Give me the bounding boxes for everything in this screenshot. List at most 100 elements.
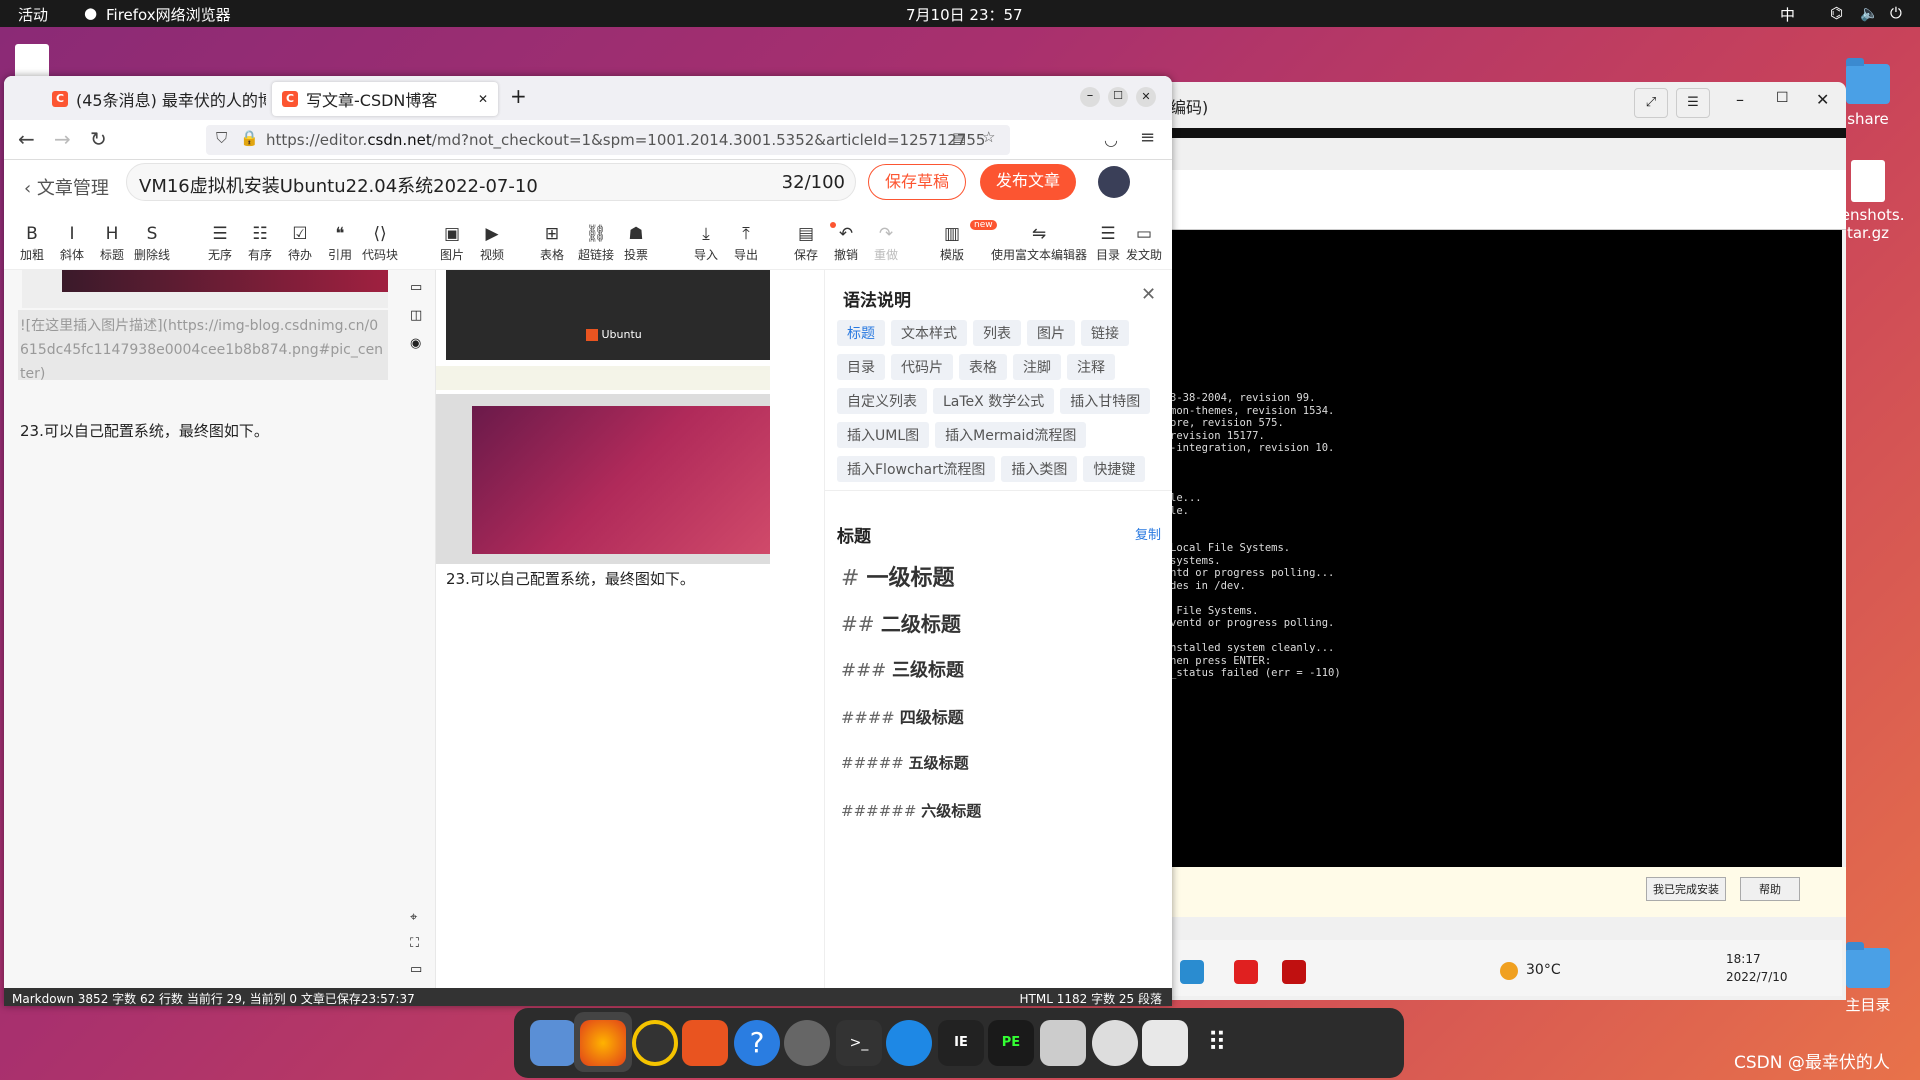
toolbar-bold-button[interactable]: B 加粗: [10, 224, 54, 263]
intellij-icon[interactable]: IE: [938, 1020, 984, 1066]
toolbar-undo-button[interactable]: ↶ 撤销: [824, 224, 868, 263]
toolbar-rich-editor-button[interactable]: ⇋ 使用富文本编辑器: [984, 224, 1094, 263]
avatar[interactable]: [1098, 166, 1130, 198]
syntax-close-icon[interactable]: ✕: [1141, 284, 1156, 305]
app-menu[interactable]: Firefox网络浏览器: [106, 4, 231, 25]
toolbar-heading-button[interactable]: H 标题: [90, 224, 134, 263]
toolbar-save-button[interactable]: ▤ 保存: [784, 224, 828, 263]
shield-icon[interactable]: ⛉: [216, 129, 227, 147]
vm-minimize-button[interactable]: –: [1736, 90, 1744, 109]
files-icon[interactable]: [530, 1020, 576, 1066]
syntax-chip[interactable]: LaTeX 数学公式: [933, 388, 1055, 414]
reader-view-icon[interactable]: ▤: [952, 129, 966, 147]
toolbar-italic-button[interactable]: I 斜体: [50, 224, 94, 263]
software-center-icon[interactable]: [682, 1020, 728, 1066]
network-icon[interactable]: ⌬: [1830, 4, 1843, 22]
toolbar-ordered-list-button[interactable]: ☷ 有序: [238, 224, 282, 263]
reload-icon[interactable]: ↻: [90, 127, 107, 151]
back-icon[interactable]: ←: [18, 127, 35, 151]
syntax-chip[interactable]: 标题: [837, 320, 885, 346]
layout-icon[interactable]: ▭: [410, 280, 422, 295]
terminal-icon[interactable]: >_: [836, 1020, 882, 1066]
forward-icon[interactable]: →: [54, 127, 71, 151]
show-apps-icon[interactable]: ⠿: [1194, 1020, 1240, 1066]
toolbar-strikethrough-button[interactable]: S 删除线: [130, 224, 174, 263]
toolbar-video-button[interactable]: ▶ 视频: [470, 224, 514, 263]
tab-csdn-messages[interactable]: C (45条消息) 最幸伏的人的博: [42, 82, 266, 116]
toolbar-import-button[interactable]: ⤓ 导入: [684, 224, 728, 263]
syntax-chip[interactable]: 目录: [837, 354, 885, 380]
close-button[interactable]: ✕: [1136, 87, 1156, 107]
tab-close-icon[interactable]: ✕: [478, 92, 488, 106]
tab-write-article[interactable]: C 写文章-CSDN博客 ✕: [272, 82, 498, 116]
bookmark-star-icon[interactable]: ☆: [982, 128, 995, 146]
preview-eye-icon[interactable]: ◉: [410, 336, 421, 351]
syntax-chip[interactable]: 文本样式: [891, 320, 967, 346]
app-store-icon[interactable]: [886, 1020, 932, 1066]
firefox-icon[interactable]: [580, 1020, 626, 1066]
markdown-editor[interactable]: ![在这里插入图片描述](https://img-blog.csdnimg.cn…: [4, 270, 400, 988]
toolbar-redo-button[interactable]: ↷ 重做: [864, 224, 908, 263]
syntax-chip[interactable]: 表格: [959, 354, 1007, 380]
syntax-chip[interactable]: 插入类图: [1001, 456, 1078, 482]
pdf-icon[interactable]: [1282, 960, 1306, 984]
toolbar-table-button[interactable]: ⊞ 表格: [530, 224, 574, 263]
syntax-chip[interactable]: 列表: [973, 320, 1021, 346]
publish-button[interactable]: 发布文章: [980, 164, 1076, 200]
help-button[interactable]: 帮助: [1740, 877, 1800, 901]
clock[interactable]: 7月10日 23：57: [906, 4, 1023, 25]
toolbar-unordered-list-button[interactable]: ☰ 无序: [198, 224, 242, 263]
vm-menu-button[interactable]: ☰: [1676, 88, 1710, 118]
youdao-icon[interactable]: [1234, 960, 1258, 984]
toolbar-image-button[interactable]: ▣ 图片: [430, 224, 474, 263]
done-install-button[interactable]: 我已完成安装: [1646, 877, 1726, 901]
copy-link[interactable]: 复制: [1135, 524, 1161, 543]
syntax-chip[interactable]: 代码片: [891, 354, 953, 380]
syntax-chip[interactable]: 插入甘特图: [1060, 388, 1151, 414]
locate-icon[interactable]: ⌖: [410, 910, 417, 925]
pycharm-icon[interactable]: PE: [988, 1020, 1034, 1066]
pocket-icon[interactable]: ◡: [1104, 130, 1118, 149]
toolbar-hyperlink-button[interactable]: ⛓ 超链接: [574, 224, 618, 263]
syntax-chip[interactable]: 插入UML图: [837, 422, 930, 448]
save-draft-button[interactable]: 保存草稿: [868, 164, 966, 200]
toolbar-vote-button[interactable]: ☗ 投票: [614, 224, 658, 263]
url-bar[interactable]: ⛉ 🔒 https://editor.csdn.net/md?not_check…: [206, 125, 1010, 155]
toolbar-publish-helper-button[interactable]: ▭ 发文助: [1122, 224, 1166, 263]
power-icon[interactable]: ⏻: [1890, 4, 1902, 22]
syntax-chip[interactable]: 注脚: [1013, 354, 1061, 380]
volume-icon[interactable]: 🔈: [1860, 4, 1879, 22]
screenshot-tool-icon[interactable]: [1040, 1020, 1086, 1066]
back-to-articles[interactable]: ‹ 文章管理: [24, 174, 109, 200]
guest-app-icon[interactable]: [1180, 960, 1204, 984]
new-tab-button[interactable]: +: [510, 84, 527, 108]
help-icon[interactable]: ?: [734, 1020, 780, 1066]
syntax-chip[interactable]: 自定义列表: [837, 388, 927, 414]
syntax-chip[interactable]: 注释: [1067, 354, 1115, 380]
syntax-chip[interactable]: 插入Flowchart流程图: [837, 456, 996, 482]
rhythmbox-icon[interactable]: [632, 1020, 678, 1066]
vm-console[interactable]: 3-38-2004, revision 99. mon-themes, revi…: [1170, 230, 1842, 867]
fullscreen-icon[interactable]: ⛶: [410, 936, 419, 951]
split-view-icon[interactable]: ◫: [410, 308, 422, 323]
disc-icon[interactable]: [1092, 1020, 1138, 1066]
vm-fullscreen-button[interactable]: ⤢: [1634, 88, 1668, 118]
syntax-chip[interactable]: 图片: [1027, 320, 1075, 346]
bottom-panel-icon[interactable]: ▭: [410, 962, 422, 977]
syntax-chip[interactable]: 快捷键: [1083, 456, 1146, 482]
syntax-chip[interactable]: 链接: [1081, 320, 1129, 346]
maximize-button[interactable]: ☐: [1108, 87, 1128, 107]
settings-gear-icon[interactable]: [784, 1020, 830, 1066]
toolbar-todo-button[interactable]: ☑ 待办: [278, 224, 322, 263]
toolbar-export-button[interactable]: ⤒ 导出: [724, 224, 768, 263]
vm-close-button[interactable]: ✕: [1816, 90, 1829, 109]
trash-icon[interactable]: [1142, 1020, 1188, 1066]
syntax-chip[interactable]: 插入Mermaid流程图: [935, 422, 1087, 448]
toolbar-code-block-button[interactable]: ⟨⟩ 代码块: [358, 224, 402, 263]
app-menu-icon[interactable]: ≡: [1140, 127, 1155, 148]
vm-maximize-button[interactable]: ☐: [1776, 90, 1789, 106]
activities-button[interactable]: 活动: [18, 4, 48, 25]
toolbar-quote-button[interactable]: ❝ 引用: [318, 224, 362, 263]
input-method[interactable]: 中: [1780, 4, 1795, 25]
lock-icon[interactable]: 🔒: [240, 129, 259, 147]
